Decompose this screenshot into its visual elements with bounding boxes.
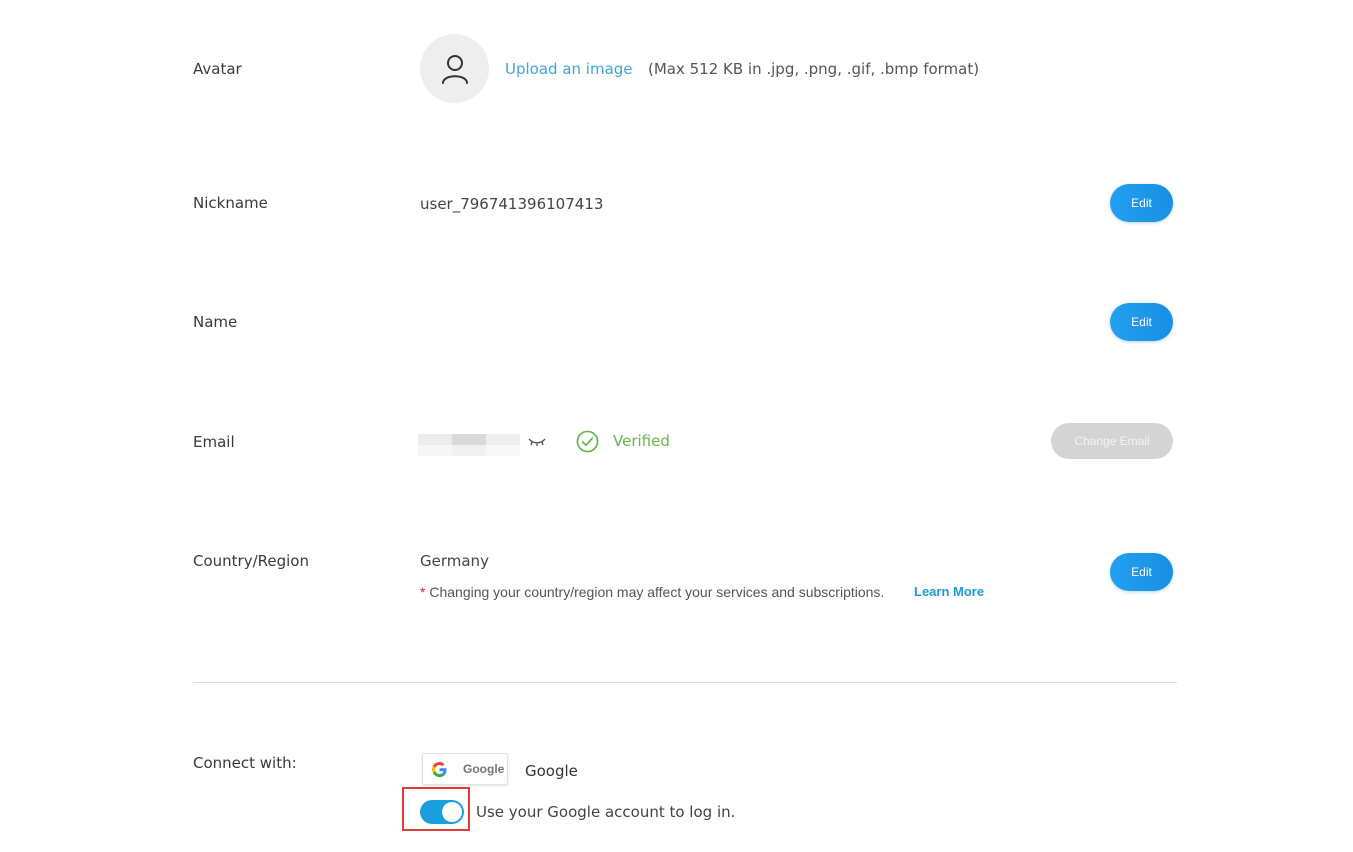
check-circle-icon [576, 430, 599, 453]
country-value: Germany [420, 552, 489, 570]
email-verified-status: Verified [613, 432, 670, 450]
name-label: Name [193, 313, 238, 331]
edit-name-button[interactable]: Edit [1110, 303, 1173, 341]
note-text: Changing your country/region may affect … [429, 584, 885, 600]
email-label: Email [193, 433, 235, 451]
google-provider-name: Google [525, 762, 578, 780]
edit-nickname-button[interactable]: Edit [1110, 184, 1173, 222]
eye-closed-icon[interactable] [528, 435, 546, 447]
country-label: Country/Region [193, 552, 309, 570]
connect-with-label: Connect with: [193, 754, 297, 772]
google-logo-icon [432, 761, 447, 777]
upload-hint: (Max 512 KB in .jpg, .png, .gif, .bmp fo… [648, 60, 980, 78]
google-login-toggle[interactable] [420, 800, 464, 824]
google-button-label: Google [463, 762, 505, 776]
note-asterisk: * [420, 584, 426, 600]
upload-image-link[interactable]: Upload an image [505, 60, 633, 78]
avatar[interactable] [420, 34, 489, 103]
nickname-value: user_796741396107413 [420, 195, 604, 213]
google-connect-button[interactable]: Google [422, 753, 508, 785]
change-email-button[interactable]: Change Email [1051, 423, 1173, 459]
toggle-knob [442, 802, 462, 822]
country-change-note: * Changing your country/region may affec… [420, 584, 884, 600]
section-divider [193, 682, 1177, 683]
avatar-label: Avatar [193, 60, 242, 78]
nickname-label: Nickname [193, 194, 268, 212]
learn-more-link[interactable]: Learn More [914, 584, 984, 599]
email-masked-value [418, 434, 520, 456]
google-login-toggle-label: Use your Google account to log in. [476, 803, 736, 821]
edit-country-button[interactable]: Edit [1110, 553, 1173, 591]
user-icon [441, 54, 468, 84]
